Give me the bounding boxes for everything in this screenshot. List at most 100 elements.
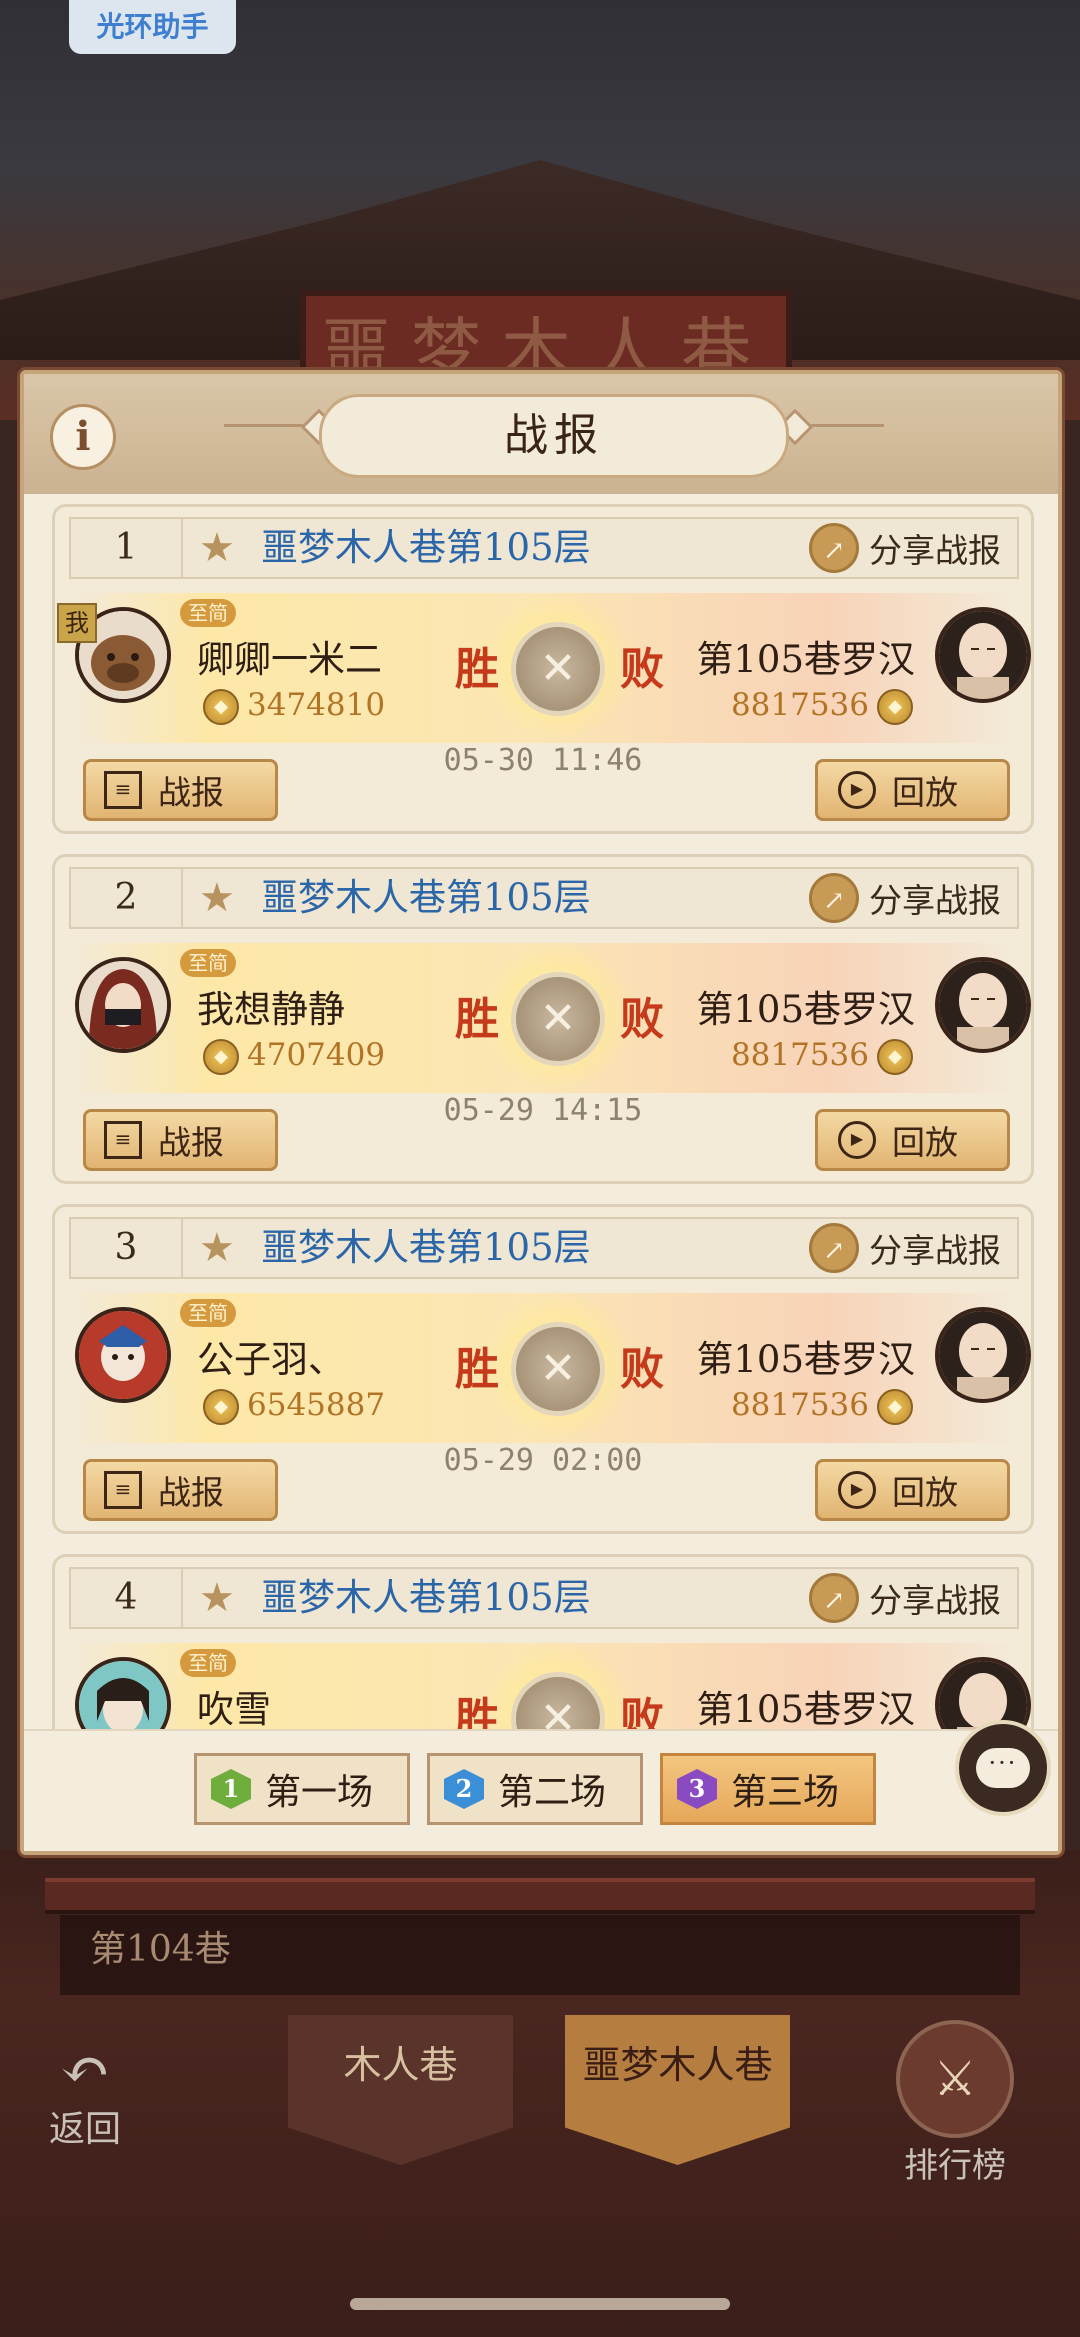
chat-button[interactable]: ··· — [955, 1720, 1051, 1816]
player-power: 6545887 — [247, 1387, 386, 1423]
result-lose: 败 — [620, 1344, 664, 1395]
player-power: 3474810 — [247, 687, 386, 723]
opponent-avatar[interactable] — [935, 1307, 1031, 1403]
card-header: 4 ★ 噩梦木人巷第105层 ↗ 分享战报 — [69, 1567, 1019, 1629]
helper-badge[interactable]: 光环助手 — [69, 0, 236, 54]
list-icon: ≡ — [104, 1471, 142, 1509]
vip-tag: 至简 — [180, 1299, 236, 1327]
dialog-header: i 战报 — [24, 374, 1058, 494]
opponent-name: 第105巷罗汉 — [696, 638, 915, 681]
record-index: 1 — [71, 519, 183, 577]
share-icon: ↗ — [809, 873, 859, 923]
tab-label: 第二场 — [498, 1772, 607, 1813]
report-label: 战报 — [158, 1123, 224, 1162]
battle-record-card: 2 ★ 噩梦木人巷第105层 ↗ 分享战报 至简 我想静静 ◆ 4707409 … — [52, 854, 1034, 1184]
opponent-power: 8817536 — [730, 1387, 869, 1423]
card-header: 1 ★ 噩梦木人巷第105层 ↗ 分享战报 — [69, 517, 1019, 579]
play-icon: ▶ — [838, 1121, 876, 1159]
tab-label: 第三场 — [731, 1772, 840, 1813]
result-lose: 败 — [620, 644, 664, 695]
player-name: 公子羽、 — [197, 1338, 345, 1381]
player-name: 卿卿一米二 — [197, 638, 382, 681]
replay-button[interactable]: ▶ 回放 — [815, 1109, 1010, 1171]
player-avatar[interactable] — [75, 1307, 171, 1403]
power-coin-icon: ◆ — [203, 1389, 239, 1425]
report-button[interactable]: ≡ 战报 — [83, 759, 278, 821]
share-icon: ↗ — [809, 1573, 859, 1623]
share-label: 分享战报 — [869, 881, 1001, 920]
record-index: 4 — [71, 1569, 183, 1627]
rank-button[interactable]: ⚔ 排行榜 — [890, 2020, 1020, 2186]
info-icon[interactable]: i — [50, 404, 116, 470]
report-label: 战报 — [158, 1473, 224, 1512]
card-header: 2 ★ 噩梦木人巷第105层 ↗ 分享战报 — [69, 867, 1019, 929]
opponent-name: 第105巷罗汉 — [696, 988, 915, 1031]
tab-round-1[interactable]: 1 第一场 — [194, 1753, 410, 1825]
battle-report-dialog: i 战报 1 ★ 噩梦木人巷第105层 ↗ 分享战报 我 至简 卿卿一米二 ◆ … — [20, 370, 1062, 1855]
opponent-power: 8817536 — [730, 1037, 869, 1073]
power-coin-icon: ◆ — [877, 1389, 913, 1425]
rank-label: 排行榜 — [904, 2146, 1006, 2186]
power-coin-icon: ◆ — [877, 1039, 913, 1075]
home-indicator[interactable] — [350, 2298, 730, 2310]
play-icon: ▶ — [838, 1471, 876, 1509]
background-floor-row: 第104巷 — [60, 1915, 1020, 1995]
record-level: 噩梦木人巷第105层 — [261, 876, 591, 919]
crossed-swords-icon: ✕ — [511, 1322, 605, 1416]
report-button[interactable]: ≡ 战报 — [83, 1109, 278, 1171]
battle-record-list[interactable]: 1 ★ 噩梦木人巷第105层 ↗ 分享战报 我 至简 卿卿一米二 ◆ 34748… — [52, 504, 1034, 1729]
result-win: 胜 — [455, 1344, 499, 1395]
result-win: 胜 — [455, 994, 499, 1045]
me-badge: 我 — [57, 603, 97, 643]
record-level: 噩梦木人巷第105层 — [261, 1226, 591, 1269]
share-label: 分享战报 — [869, 531, 1001, 570]
player-power: 4707409 — [247, 1037, 386, 1073]
player-avatar[interactable] — [75, 957, 171, 1053]
record-level: 噩梦木人巷第105层 — [261, 1576, 591, 1619]
power-coin-icon: ◆ — [877, 689, 913, 725]
battle-record-card: 1 ★ 噩梦木人巷第105层 ↗ 分享战报 我 至简 卿卿一米二 ◆ 34748… — [52, 504, 1034, 834]
report-button[interactable]: ≡ 战报 — [83, 1459, 278, 1521]
opponent-power: 8817536 — [730, 687, 869, 723]
star-icon: ★ — [199, 1225, 235, 1271]
battle-record-card: 4 ★ 噩梦木人巷第105层 ↗ 分享战报 至简 吹雪 ✕ 胜 败 第105巷罗… — [52, 1554, 1034, 1729]
share-icon: ↗ — [809, 523, 859, 573]
result-win: 胜 — [455, 644, 499, 695]
star-icon: ★ — [199, 1575, 235, 1621]
tab-label: 第一场 — [265, 1772, 374, 1813]
share-report-button[interactable]: ↗ 分享战报 — [809, 1569, 1001, 1627]
vip-tag: 至简 — [180, 599, 236, 627]
share-icon: ↗ — [809, 1223, 859, 1273]
share-report-button[interactable]: ↗ 分享战报 — [809, 519, 1001, 577]
result-win: 胜 — [455, 1694, 499, 1729]
player-name: 吹雪 — [197, 1688, 271, 1729]
tab-round-2[interactable]: 2 第二场 — [427, 1753, 643, 1825]
list-icon: ≡ — [104, 1121, 142, 1159]
crossed-swords-icon: ✕ — [511, 972, 605, 1066]
share-report-button[interactable]: ↗ 分享战报 — [809, 869, 1001, 927]
record-index: 2 — [71, 869, 183, 927]
battle-record-card: 3 ★ 噩梦木人巷第105层 ↗ 分享战报 至简 公子羽、 ◆ 6545887 … — [52, 1204, 1034, 1534]
opponent-avatar[interactable] — [935, 607, 1031, 703]
star-icon: ★ — [199, 875, 235, 921]
back-arrow-icon: ↶ — [59, 2035, 111, 2105]
opponent-name: 第105巷罗汉 — [696, 1338, 915, 1381]
share-report-button[interactable]: ↗ 分享战报 — [809, 1219, 1001, 1277]
round-tabs-bar: 1 第一场 2 第二场 3 第三场 — [24, 1729, 1058, 1851]
opponent-avatar[interactable] — [935, 957, 1031, 1053]
card-header: 3 ★ 噩梦木人巷第105层 ↗ 分享战报 — [69, 1217, 1019, 1279]
record-level: 噩梦木人巷第105层 — [261, 526, 591, 569]
opponent-name: 第105巷罗汉 — [696, 1688, 915, 1729]
player-name: 我想静静 — [197, 988, 345, 1031]
power-coin-icon: ◆ — [203, 1039, 239, 1075]
record-index: 3 — [71, 1219, 183, 1277]
share-label: 分享战报 — [869, 1581, 1001, 1620]
tab-round-3[interactable]: 3 第三场 — [660, 1753, 876, 1825]
replay-button[interactable]: ▶ 回放 — [815, 1459, 1010, 1521]
replay-button[interactable]: ▶ 回放 — [815, 759, 1010, 821]
background-beam — [45, 1878, 1035, 1914]
back-button[interactable]: ↶ 返回 — [30, 2040, 140, 2150]
round-1-badge: 1 — [211, 1769, 251, 1809]
result-lose: 败 — [620, 994, 664, 1045]
vip-tag: 至简 — [180, 949, 236, 977]
